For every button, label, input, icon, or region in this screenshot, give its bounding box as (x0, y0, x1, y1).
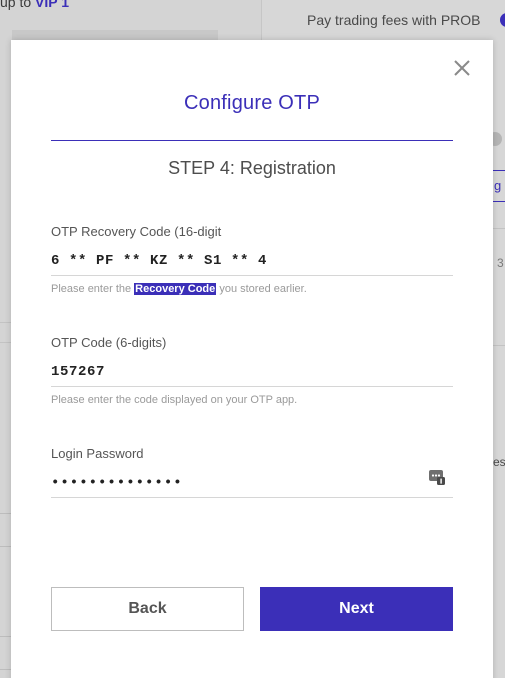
otp-code-input[interactable] (51, 357, 453, 387)
recovery-help-highlight: Recovery Code (134, 283, 217, 295)
modal-title: Configure OTP (184, 92, 320, 114)
otp-code-label: OTP Code (6-digits) (51, 335, 167, 350)
background-number: 3 (497, 256, 504, 270)
next-button[interactable]: Next (260, 587, 453, 631)
login-password-field: Login Password (51, 446, 453, 498)
login-password-input[interactable] (51, 468, 453, 498)
login-password-label: Login Password (51, 446, 144, 461)
configure-otp-modal: Configure OTP STEP 4: Registration OTP R… (11, 40, 493, 678)
recovery-help-before: Please enter the (51, 283, 135, 295)
back-button[interactable]: Back (51, 587, 244, 631)
vip-prefix: up to (0, 0, 32, 10)
close-icon (454, 60, 470, 76)
otp-code-help: Please enter the code displayed on your … (51, 394, 298, 406)
recovery-code-help: Please enter the Recovery Code you store… (51, 282, 453, 296)
recovery-help-after: you stored earlier. (216, 283, 307, 295)
fees-text: Pay trading fees with PROB (307, 12, 481, 28)
background-text-fragment: es (493, 455, 505, 469)
background-divider (493, 345, 505, 346)
otp-code-field: OTP Code (6-digits) Please enter the cod… (51, 335, 453, 407)
title-divider (51, 140, 453, 141)
background-divider (493, 228, 505, 229)
vip-text: up to VIP 1 (0, 0, 69, 10)
close-button[interactable] (450, 56, 474, 80)
recovery-code-field: OTP Recovery Code (16-digit Please enter… (51, 224, 453, 296)
step-title: STEP 4: Registration (168, 158, 336, 178)
vip-level-link: VIP 1 (35, 0, 70, 10)
password-manager-icon[interactable] (428, 468, 446, 486)
recovery-code-label: OTP Recovery Code (16-digit (51, 224, 222, 239)
recovery-code-input[interactable] (51, 246, 453, 276)
fees-toggle-dot (500, 13, 505, 27)
